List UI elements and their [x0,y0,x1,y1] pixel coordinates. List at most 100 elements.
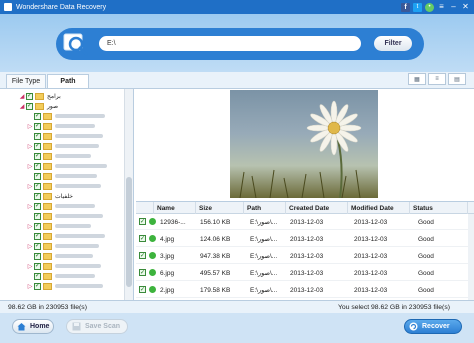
home-button[interactable]: Home [12,319,54,334]
tree-item[interactable]: ✓ [26,211,103,221]
row-checkbox[interactable]: ✓ [139,218,146,225]
tree-item[interactable]: ✓ [26,151,91,161]
checkbox[interactable]: ✓ [34,122,41,130]
facebook-icon[interactable]: f [401,2,410,12]
minimize-icon[interactable]: – [449,3,458,12]
column-name[interactable]: Name [154,202,196,214]
column-modified-date[interactable]: Modified Date [348,202,410,214]
checkbox[interactable]: ✓ [34,242,41,250]
thumbnail-view-icon[interactable]: ▦ [408,73,426,85]
tree-item[interactable]: ✓ [26,251,93,261]
file-name: 12936-... [160,218,186,226]
table-row[interactable]: ✓ 3.jpg 947.38 KB E:\صور\... 2013-12-03 … [136,248,474,264]
checkbox[interactable]: ✓ [34,112,41,120]
row-checkbox[interactable]: ✓ [139,286,146,293]
folder-icon [43,282,52,290]
expand-arrow-icon[interactable]: ▷ [26,223,34,230]
table-row[interactable]: ✓ 6.jpg 495.57 KB E:\صور\... 2013-12-03 … [136,265,474,281]
checkbox[interactable]: ✓ [34,212,41,220]
select-all-column[interactable] [136,202,154,214]
tree-item[interactable]: ✓ [26,231,105,241]
checkbox[interactable]: ✓ [34,232,41,240]
expand-arrow-icon[interactable]: ◢ [18,93,26,100]
tree-item[interactable]: ▷ ✓ [26,281,103,291]
tree-item[interactable]: ✓ [26,111,105,121]
column-status[interactable]: Status [410,202,468,214]
expand-arrow-icon[interactable]: ▷ [26,183,34,190]
checkbox[interactable]: ✓ [34,132,41,140]
path-input[interactable]: E:\ [99,36,361,51]
tree-item[interactable]: ▷ ✓ [26,241,99,251]
social-icon[interactable]: • [425,2,434,12]
expand-arrow-icon[interactable]: ▷ [26,243,34,250]
save-scan-button[interactable]: Save Scan [66,319,128,334]
expand-arrow-icon[interactable]: ▷ [26,203,34,210]
tree-item[interactable]: ✓ [26,131,103,141]
checkbox[interactable]: ✓ [34,202,41,210]
tree-item[interactable]: ✓ [26,271,95,281]
title-bar: Wondershare Data Recovery f t • ≡ – ✕ [0,0,474,14]
checkbox[interactable]: ✓ [34,162,41,170]
expand-arrow-icon[interactable]: ▷ [26,263,34,270]
tree-item[interactable]: ◢ ✓ صور [18,101,58,111]
folder-tree: ◢ ✓ برامج ◢ ✓ صور ✓ ▷ ✓ ✓ ▷ ✓ ✓ ▷ ✓ ✓ ▷ ✓ ✓ … [0,89,134,301]
detail-view-icon[interactable]: ▤ [448,73,466,85]
tree-item[interactable]: ▷ ✓ [26,161,107,171]
column-path[interactable]: Path [244,202,286,214]
column-size[interactable]: Size [196,202,244,214]
column-created-date[interactable]: Created Date [286,202,348,214]
checkbox[interactable]: ✓ [34,142,41,150]
tab-file-type[interactable]: File Type [6,74,46,88]
checkbox[interactable]: ✓ [26,92,33,100]
menu-icon[interactable]: ≡ [437,3,446,12]
tab-strip: File Type Path ▦ ≡ ▤ [0,72,474,88]
tree-item-label [55,284,103,288]
checkbox[interactable]: ✓ [34,152,41,160]
expand-arrow-icon[interactable]: ▷ [26,123,34,130]
modified-date: 2013-12-03 [354,218,388,226]
expand-arrow-icon[interactable]: ▷ [26,283,34,290]
file-size: 947.38 KB [200,252,231,260]
expand-arrow-icon[interactable]: ◢ [18,103,26,110]
folder-icon [43,252,52,260]
tab-path[interactable]: Path [47,74,89,88]
tree-item[interactable]: ▷ ✓ [26,181,101,191]
checkbox[interactable]: ✓ [34,272,41,280]
tree-item[interactable]: ✓ [26,171,97,181]
tree-item[interactable]: ▷ ✓ [26,141,99,151]
list-view-icon[interactable]: ≡ [428,73,446,85]
checkbox[interactable]: ✓ [34,262,41,270]
recovery-status: Good [418,252,434,260]
file-size: 495.57 KB [200,269,231,277]
checkbox[interactable]: ✓ [34,182,41,190]
tree-item[interactable]: ◢ ✓ برامج [18,91,61,101]
tree-scrollbar[interactable] [124,89,133,301]
scrollbar-thumb[interactable] [126,177,132,287]
checkbox[interactable]: ✓ [34,222,41,230]
tree-item[interactable]: ▷ ✓ [26,261,101,271]
tree-item[interactable]: ✓ خلفيات [26,191,73,201]
row-checkbox[interactable]: ✓ [139,252,146,259]
tree-item[interactable]: ▷ ✓ [26,221,91,231]
row-checkbox[interactable]: ✓ [139,235,146,242]
tree-item[interactable]: ▷ ✓ [26,201,95,211]
expand-arrow-icon[interactable]: ▷ [26,163,34,170]
recover-button[interactable]: Recover [404,319,462,334]
tree-item[interactable]: ▷ ✓ [26,121,95,131]
checkbox[interactable]: ✓ [34,282,41,290]
created-date: 2013-12-03 [290,286,324,294]
checkbox[interactable]: ✓ [34,252,41,260]
twitter-icon[interactable]: t [413,2,422,12]
table-scrollbar[interactable] [468,214,474,302]
checkbox[interactable]: ✓ [26,102,33,110]
filter-button[interactable]: Filter [374,36,412,51]
main-area: ◢ ✓ برامج ◢ ✓ صور ✓ ▷ ✓ ✓ ▷ ✓ ✓ ▷ ✓ ✓ ▷ ✓ ✓ … [0,88,474,302]
expand-arrow-icon[interactable]: ▷ [26,143,34,150]
row-checkbox[interactable]: ✓ [139,269,146,276]
checkbox[interactable]: ✓ [34,192,41,200]
table-row[interactable]: ✓ 12936-... 156.10 KB E:\صور\... 2013-12… [136,214,474,230]
close-icon[interactable]: ✕ [461,3,470,12]
checkbox[interactable]: ✓ [34,172,41,180]
table-row[interactable]: ✓ 4.jpg 124.06 KB E:\صور\... 2013-12-03 … [136,231,474,247]
table-row[interactable]: ✓ 2.jpg 179.58 KB E:\صور\... 2013-12-03 … [136,282,474,298]
